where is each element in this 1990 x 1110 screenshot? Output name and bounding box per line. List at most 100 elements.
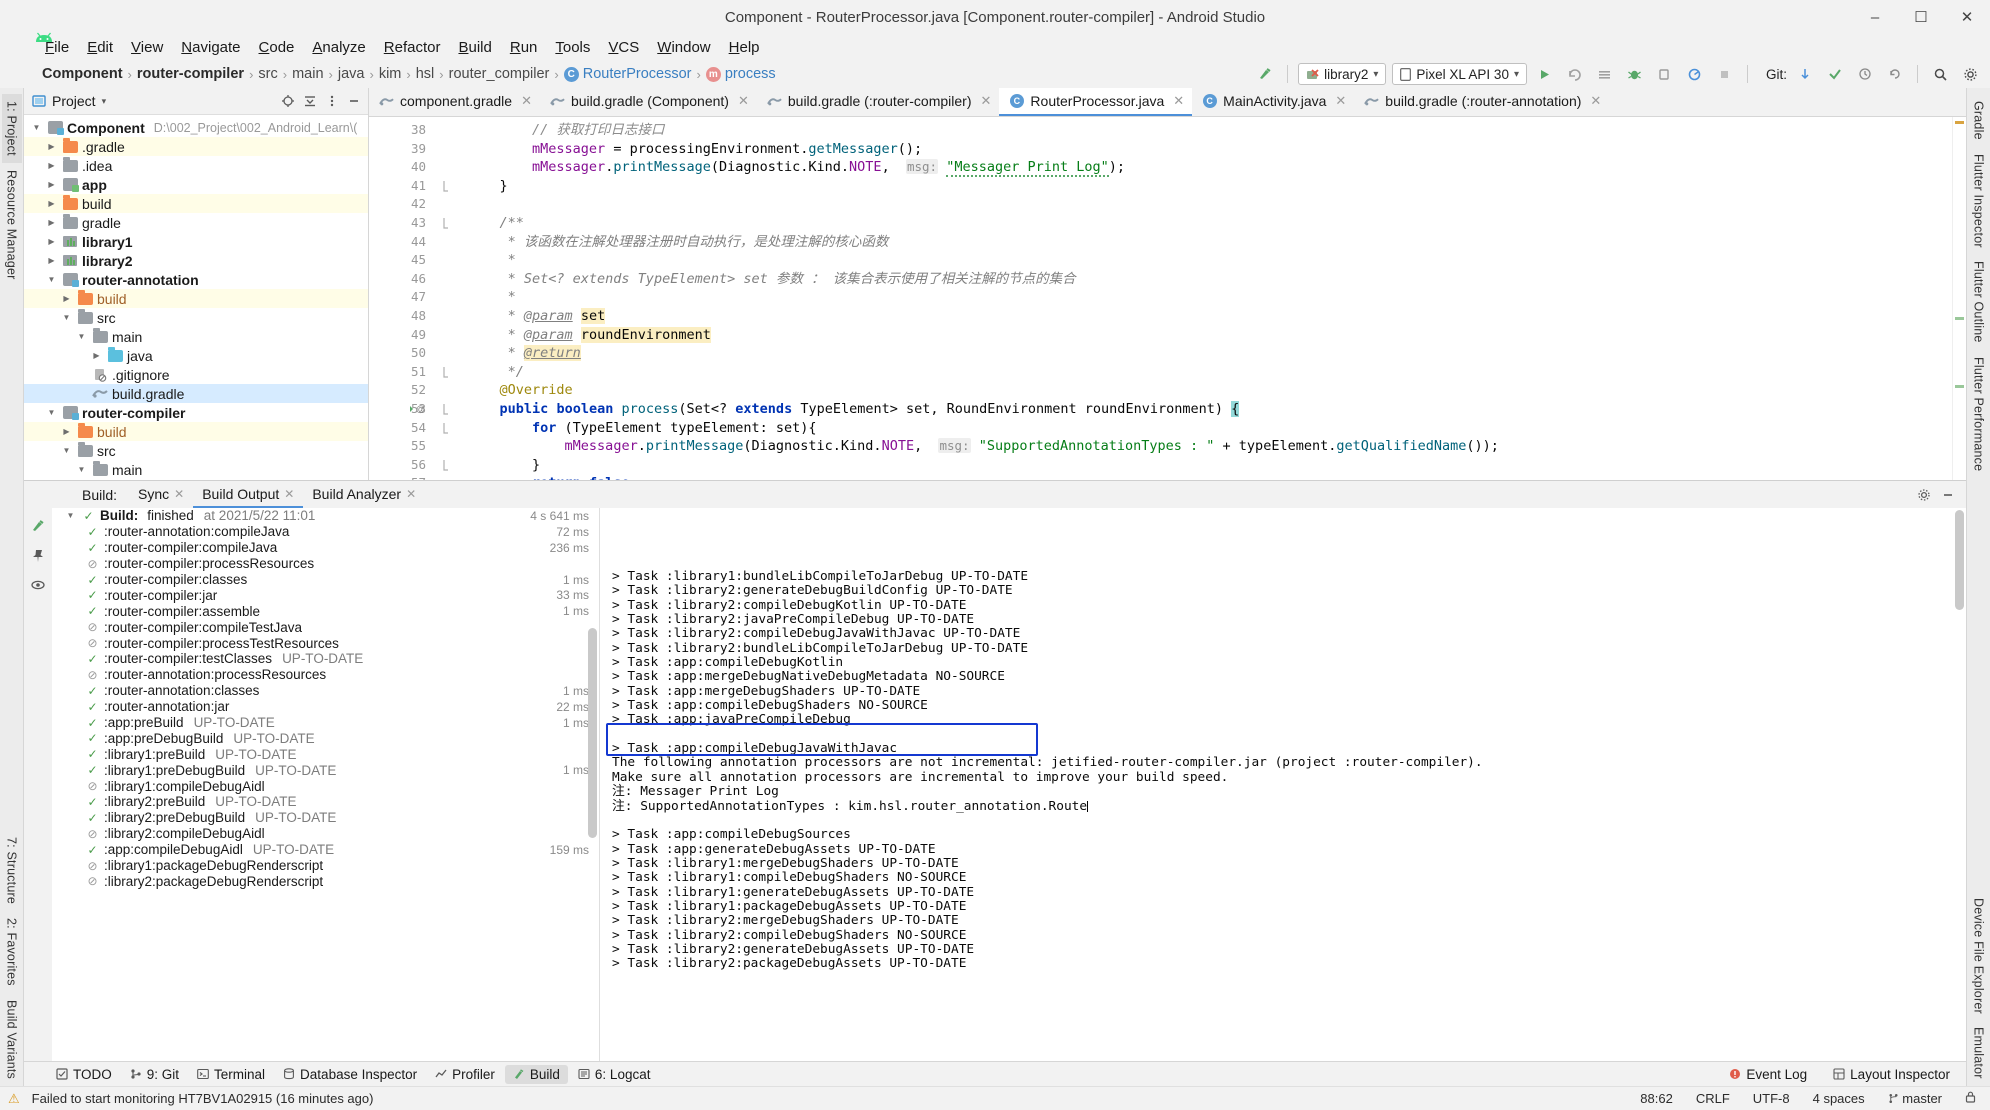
build-task-row[interactable]: ✓:router-compiler:assemble1 ms [52,603,599,619]
run-configuration-selector[interactable]: library2 ▾ [1298,63,1386,85]
build-task-row[interactable]: ⊘:router-annotation:processResources [52,667,599,683]
editor-tab-component-gradle[interactable]: component.gradle✕ [369,88,540,116]
build-task-row[interactable]: ✓:library1:preBuildUP-TO-DATE [52,746,599,762]
code-line[interactable]: for (TypeElement typeElement: set){ [461,419,1952,438]
tree-twisty-icon[interactable]: ▶ [45,218,58,227]
rail-button-resource-manager[interactable]: Resource Manager [2,163,22,287]
fold-marker[interactable] [431,288,461,307]
menu-item-code[interactable]: Code [250,37,304,58]
close-tab-icon[interactable]: ✕ [1590,93,1601,109]
rail-button-flutter-outline[interactable]: Flutter Outline [1969,254,1989,350]
tree-node-router-compiler[interactable]: ▼router-compiler [24,403,368,422]
close-tab-icon[interactable]: ✕ [1173,93,1184,109]
tree-node-main[interactable]: ▼main [24,460,368,479]
tree-node-library2[interactable]: ▶library2 [24,251,368,270]
build-task-row[interactable]: ✓:router-annotation:jar22 ms [52,699,599,715]
rail-button-flutter-inspector[interactable]: Flutter Inspector [1969,147,1989,255]
code-line[interactable]: } [461,456,1952,475]
close-button[interactable]: ✕ [1944,0,1990,34]
tree-node-build[interactable]: ▶build [24,422,368,441]
scroll-from-source-icon[interactable] [278,91,298,111]
search-icon[interactable] [1928,63,1952,85]
rail-button-7-structure[interactable]: 7: Structure [2,830,22,911]
tree-twisty-icon[interactable]: ▶ [90,351,103,360]
tree-node-build[interactable]: ▶build [24,289,368,308]
fold-marker[interactable] [431,326,461,345]
collapse-all-icon[interactable] [300,91,320,111]
breadcrumb-item-process[interactable]: mprocess [702,65,780,83]
tree-twisty-icon[interactable]: ▼ [30,123,43,132]
editor-tab-build-gradle-router-annotation-[interactable]: build.gradle (:router-annotation)✕ [1354,88,1609,116]
tree-twisty-icon[interactable]: ▶ [60,427,73,436]
fold-marker[interactable] [431,177,461,196]
menu-item-help[interactable]: Help [720,37,769,58]
build-task-row[interactable]: ⊘:router-compiler:compileTestJava [52,619,599,635]
fold-marker[interactable] [431,121,461,140]
fold-marker[interactable] [431,158,461,177]
menu-item-window[interactable]: Window [648,37,719,58]
fold-marker[interactable] [431,419,461,438]
git-history-icon[interactable] [1853,63,1877,85]
breadcrumb-item-hsl[interactable]: hsl [412,65,439,83]
code-line[interactable]: @Override [461,381,1952,400]
fold-marker[interactable] [431,140,461,159]
build-task-row[interactable]: ✓:router-compiler:compileJava236 ms [52,540,599,556]
code-line[interactable]: mMessager.printMessage(Diagnostic.Kind.N… [461,437,1952,456]
build-task-row[interactable]: ✓:app:preBuildUP-TO-DATE1 ms [52,715,599,731]
hide-panel-icon[interactable] [344,91,364,111]
code-line[interactable]: mMessager.printMessage(Diagnostic.Kind.N… [461,158,1952,177]
fold-marker[interactable] [431,344,461,363]
build-tab-build-output[interactable]: Build Output✕ [193,482,303,508]
breadcrumb-item-router-compiler[interactable]: router_compiler [445,65,554,83]
git-commit-icon[interactable] [1823,63,1847,85]
close-tab-icon[interactable]: ✕ [521,93,532,109]
tool-window-button-terminal[interactable]: Terminal [189,1065,273,1084]
tree-twisty-icon[interactable]: ▶ [60,294,73,303]
rail-button-1-project[interactable]: 1: Project [2,94,22,163]
code-line[interactable]: * [461,251,1952,270]
tree-twisty-icon[interactable]: ▼ [60,313,73,322]
code-line[interactable]: mMessager = processingEnvironment.getMes… [461,140,1952,159]
tree-node-router-annotation[interactable]: ▼router-annotation [24,270,368,289]
build-task-row[interactable]: ✓:library1:preDebugBuildUP-TO-DATE1 ms [52,762,599,778]
tree-twisty-icon[interactable]: ▶ [45,161,58,170]
run-button[interactable] [1533,63,1557,85]
code-line[interactable]: } [461,177,1952,196]
source-code[interactable]: // 获取打印日志接口 mMessager = processingEnviro… [461,117,1952,480]
close-tab-icon[interactable]: ✕ [1335,93,1346,109]
build-task-row[interactable]: ✓:router-compiler:classes1 ms [52,572,599,588]
status-line-separator[interactable]: CRLF [1692,1090,1734,1107]
close-build-tab-icon[interactable]: ✕ [174,487,184,501]
fold-marker[interactable] [431,195,461,214]
menu-item-run[interactable]: Run [501,37,547,58]
code-line[interactable]: // 获取打印日志接口 [461,121,1952,140]
breadcrumb-item-kim[interactable]: kim [375,65,406,83]
rail-button-emulator[interactable]: Emulator [1969,1020,1989,1086]
build-tab-sync[interactable]: Sync✕ [129,482,193,508]
tree-node-component[interactable]: ▼ComponentD:\002_Project\002_Android_Lea… [24,118,368,137]
device-selector[interactable]: Pixel XL API 30 ▾ [1392,63,1527,85]
rail-button-flutter-performance[interactable]: Flutter Performance [1969,350,1989,478]
build-task-row[interactable]: ⊘:library1:packageDebugRenderscript [52,858,599,874]
code-line[interactable]: */ [461,363,1952,382]
tree-node--idea[interactable]: ▶.idea [24,156,368,175]
fold-marker[interactable] [431,270,461,289]
build-task-row[interactable]: ⊘:router-compiler:processResources [52,556,599,572]
rail-button-build-variants[interactable]: Build Variants [2,993,22,1086]
fold-marker[interactable] [431,381,461,400]
build-task-row[interactable]: ✓:library2:preBuildUP-TO-DATE [52,794,599,810]
profile-button[interactable] [1683,63,1707,85]
status-caret-position[interactable]: 88:62 [1636,1090,1677,1107]
menu-item-build[interactable]: Build [449,37,500,58]
tree-node-src[interactable]: ▼src [24,441,368,460]
tree-twisty-icon[interactable]: ▼ [60,446,73,455]
editor-tab-build-gradle-router-compiler-[interactable]: build.gradle (:router-compiler)✕ [757,88,1000,116]
task-tree-scrollbar[interactable] [588,628,597,838]
tree-node-main[interactable]: ▼main [24,327,368,346]
tree-twisty-icon[interactable]: ▶ [45,237,58,246]
fold-marker[interactable] [431,251,461,270]
breadcrumb-item-router-compiler[interactable]: router-compiler [133,65,248,83]
build-root-row[interactable]: ▼✓Build:finishedat 2021/5/22 11:014 s 64… [52,508,599,524]
project-settings-icon[interactable] [322,91,342,111]
close-tab-icon[interactable]: ✕ [738,93,749,109]
